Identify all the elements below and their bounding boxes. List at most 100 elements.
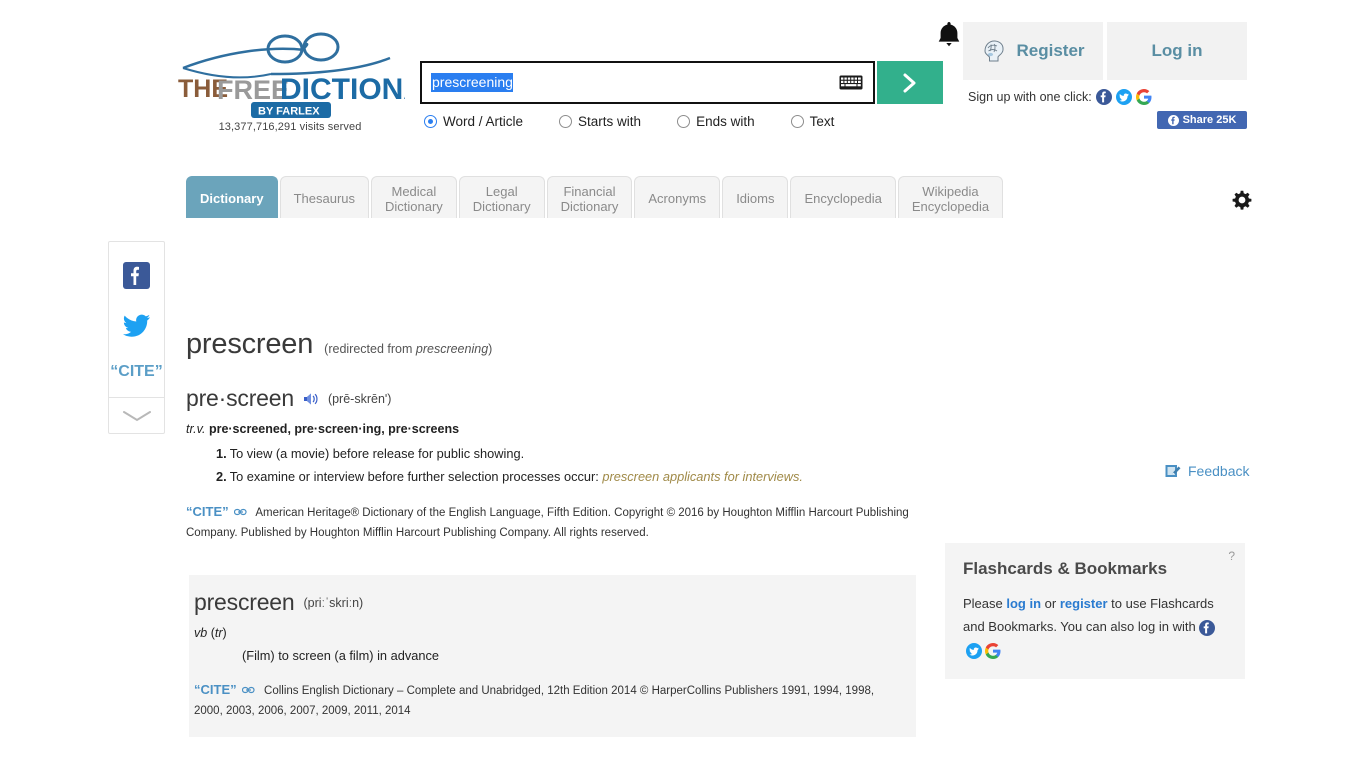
search-box[interactable]: prescreening xyxy=(420,61,875,104)
twitter-icon[interactable] xyxy=(966,642,982,659)
site-logo[interactable]: THE FREE DICTIONARY BY FARLEX 13,377,716… xyxy=(175,28,405,133)
definition-text: (Film) to screen (a film) in advance xyxy=(242,648,439,663)
redirect-note: (redirected from prescreening) xyxy=(324,342,492,356)
radio-indicator xyxy=(559,115,573,128)
notification-bell-icon[interactable] xyxy=(936,20,962,50)
tab-medical-dictionary[interactable]: Medical Dictionary xyxy=(371,176,457,220)
search-scope-options: Word / Article Starts with Ends with Tex… xyxy=(424,114,834,129)
article-title-row: prescreen (redirected from prescreening) xyxy=(186,328,916,361)
cite-tag[interactable]: “CITE” xyxy=(194,682,237,697)
citation-american-heritage: “CITE” American Heritage® Dictionary of … xyxy=(186,502,916,543)
citation-text: Collins English Dictionary – Complete an… xyxy=(194,685,875,717)
site-header: THE FREE DICTIONARY BY FARLEX 13,377,716… xyxy=(0,0,1366,221)
cite-tag[interactable]: “CITE” xyxy=(186,504,229,519)
entry-collins: prescreen (priːˈskriːn) vb ((tr)tr) (Fil… xyxy=(186,575,916,737)
register-label: Register xyxy=(1016,41,1085,60)
entry-word: prescreen xyxy=(194,589,295,615)
rail-expand-button[interactable] xyxy=(109,397,164,433)
entry-head: prescreen (priːˈskriːn) xyxy=(194,589,902,616)
text-or: or xyxy=(1041,596,1060,611)
definition-number: 2. xyxy=(216,469,227,484)
redirect-prefix: (redirected from xyxy=(324,342,416,356)
radio-label: Starts with xyxy=(578,114,642,129)
feedback-label: Feedback xyxy=(1188,463,1250,479)
facebook-icon[interactable] xyxy=(123,262,150,289)
account-box: Register Log in xyxy=(963,22,1247,80)
entry-american-heritage: pre·screen (prē-skrēnʹ) tr.v. pre·screen… xyxy=(186,385,916,543)
entry-word: pre·screen xyxy=(186,385,294,411)
login-link[interactable]: log in xyxy=(1006,596,1041,611)
gear-icon[interactable] xyxy=(1232,190,1252,210)
share-label: Share 25K xyxy=(1182,114,1237,126)
flashcards-title: Flashcards & Bookmarks xyxy=(963,559,1168,578)
pronunciation: (priːˈskriːn) xyxy=(303,595,364,610)
pos-paren: ((tr)tr) xyxy=(210,626,227,640)
radio-indicator xyxy=(677,115,691,128)
tab-encyclopedia[interactable]: Encyclopedia xyxy=(790,176,896,220)
register-link[interactable]: register xyxy=(1060,596,1108,611)
login-button[interactable]: Log in xyxy=(1107,22,1247,80)
tab-legal-dictionary[interactable]: Legal Dictionary xyxy=(458,176,545,220)
twitter-icon[interactable] xyxy=(122,314,151,338)
definition-list: 1. To view (a movie) before release for p… xyxy=(186,445,916,485)
radio-indicator xyxy=(424,115,437,128)
page-title: prescreen xyxy=(186,328,314,360)
tab-wikipedia-encyclopedia[interactable]: Wikipedia Encyclopedia xyxy=(897,176,1004,220)
definition-text: To examine or interview before further s… xyxy=(229,469,603,484)
chevron-down-icon xyxy=(122,410,151,421)
rail-cite-button[interactable]: “CITE” xyxy=(110,363,162,381)
facebook-icon[interactable] xyxy=(1198,619,1215,636)
visits-counter: 13,377,716,291 visits served xyxy=(218,121,362,133)
google-icon[interactable] xyxy=(1135,89,1152,105)
facebook-share-button[interactable]: Share 25K xyxy=(1157,111,1247,129)
link-icon[interactable] xyxy=(233,508,247,516)
logo-graphic: THE FREE DICTIONARY xyxy=(178,32,405,106)
definition-text: To view (a movie) before release for pub… xyxy=(229,446,525,461)
citation-collins: “CITE” Collins English Dictionary – Comp… xyxy=(194,680,902,721)
page-body: “CITE” Feedback prescreen (redirected fr… xyxy=(0,218,1366,766)
tab-thesaurus[interactable]: Thesaurus xyxy=(279,176,369,220)
share-rail-inner: “CITE” xyxy=(109,242,164,397)
svg-text:BY FARLEX: BY FARLEX xyxy=(258,106,320,118)
feedback-link[interactable]: Feedback xyxy=(1165,463,1249,479)
twitter-icon[interactable] xyxy=(1115,89,1132,105)
part-of-speech: vb xyxy=(194,626,208,640)
radio-indicator xyxy=(790,115,804,128)
facebook-icon xyxy=(1167,114,1179,126)
definition-example: prescreen applicants for interviews. xyxy=(602,469,803,484)
google-icon[interactable] xyxy=(985,642,1001,659)
citation-text: American Heritage® Dictionary of the Eng… xyxy=(186,507,909,539)
brain-head-icon xyxy=(984,40,1005,62)
search-submit-button[interactable] xyxy=(877,61,943,104)
share-rail: “CITE” xyxy=(108,241,165,434)
search-area: prescreening xyxy=(420,61,943,104)
keyboard-icon[interactable] xyxy=(839,75,863,90)
signup-label: Sign up with one click: xyxy=(968,90,1092,104)
text-before: Please xyxy=(963,596,1007,611)
facebook-icon[interactable] xyxy=(1095,89,1112,105)
radio-word-article[interactable]: Word / Article xyxy=(424,114,523,129)
part-of-speech-line: vb ((tr)tr) xyxy=(194,626,902,640)
speaker-icon[interactable] xyxy=(303,392,319,406)
search-input[interactable]: prescreening xyxy=(431,73,513,92)
radio-label: Word / Article xyxy=(443,114,524,129)
login-label: Log in xyxy=(1151,41,1203,60)
tab-financial-dictionary[interactable]: Financial Dictionary xyxy=(546,176,633,220)
section-tabs: Dictionary Thesaurus Medical Dictionary … xyxy=(186,176,1005,220)
definition-item: 1. To view (a movie) before release for p… xyxy=(216,445,916,462)
svg-text:FREE: FREE xyxy=(217,75,289,105)
radio-label: Ends with xyxy=(696,114,755,129)
register-button[interactable]: Register xyxy=(963,22,1103,80)
link-icon[interactable] xyxy=(241,686,255,694)
radio-ends-with[interactable]: Ends with xyxy=(677,114,755,129)
inflections: pre·screened, pre·screen·ing, pre·screen… xyxy=(208,422,460,436)
tab-dictionary[interactable]: Dictionary xyxy=(186,176,278,220)
article-content: prescreen (redirected from prescreening)… xyxy=(186,328,916,768)
radio-starts-with[interactable]: Starts with xyxy=(559,114,641,129)
definition-item: 2. To examine or interview before further… xyxy=(216,468,916,485)
tab-acronyms[interactable]: Acronyms xyxy=(634,176,721,220)
feedback-pencil-icon xyxy=(1165,465,1181,477)
radio-text[interactable]: Text xyxy=(790,114,834,129)
help-icon[interactable]: ? xyxy=(1228,549,1235,563)
tab-idioms[interactable]: Idioms xyxy=(722,176,789,220)
